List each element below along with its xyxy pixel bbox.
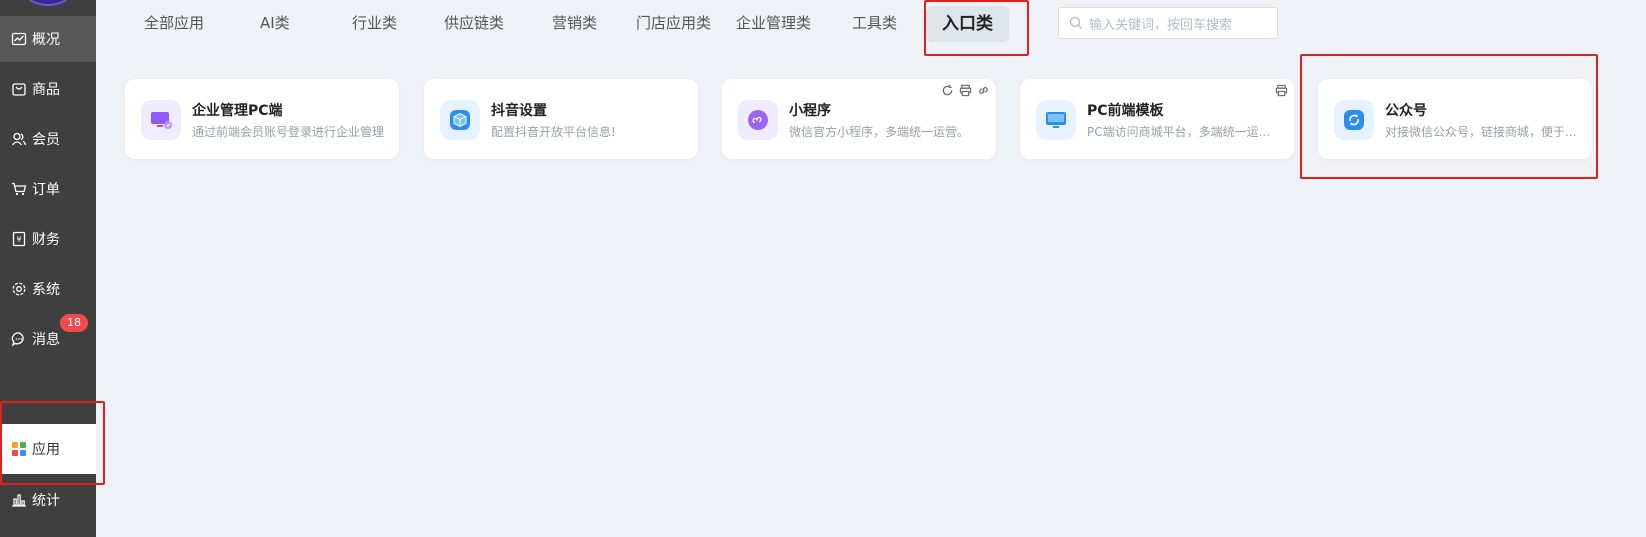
app-card-mini-program[interactable]: 小程序 微信官方小程序，多端统一运营。 [722,79,996,159]
sidebar-item-label: 商品 [32,82,60,98]
app-card-douyin-settings[interactable]: 抖音设置 配置抖音开放平台信息! [424,79,698,159]
sidebar-item-finance[interactable]: ¥ 财务 [0,216,96,262]
apps-grid-icon [11,441,27,457]
cart-icon [11,181,27,197]
wechat-official-icon [1334,100,1374,140]
card-desc: 通过前端会员账号登录进行企业管理 [192,125,385,139]
monitor-icon [141,100,181,140]
sidebar-item-label: 统计 [32,493,60,509]
bar-chart-icon [11,492,27,508]
tab-marketing[interactable]: 营销类 [552,12,597,33]
link-icon[interactable] [976,83,990,97]
shop-icon [11,81,27,97]
logo [22,0,74,6]
sidebar-item-label: 订单 [32,182,60,198]
app-card-enterprise-pc[interactable]: 企业管理PC端 通过前端会员账号登录进行企业管理 [125,79,399,159]
users-icon [11,131,27,147]
card-title: 公众号 [1385,103,1427,119]
sidebar-item-apps[interactable]: 应用 [0,424,96,474]
sidebar-item-label: 会员 [32,132,60,148]
refresh-icon[interactable] [940,83,954,97]
card-action-icons [940,83,990,97]
search-placeholder: 输入关键词，按回车搜索 [1089,17,1233,33]
card-desc: 对接微信公众号，链接商城，便于... [1385,125,1577,139]
printer-icon[interactable] [1274,83,1288,97]
ledger-icon: ¥ [11,231,27,247]
sidebar-item-label: 应用 [32,442,60,458]
card-title: PC前端模板 [1087,103,1164,119]
mini-program-icon [738,100,778,140]
tab-ai[interactable]: AI类 [260,12,290,33]
svg-text:¥: ¥ [16,235,21,244]
card-desc: 配置抖音开放平台信息! [491,125,616,139]
chat-icon [11,331,27,347]
gear-icon [11,281,27,297]
app-card-pc-template[interactable]: PC前端模板 PC端访问商城平台，多端统一运... [1020,79,1294,159]
tab-entry[interactable]: 入口类 [926,6,1009,42]
sidebar-item-overview[interactable]: 概况 [0,16,96,62]
card-desc: PC端访问商城平台，多端统一运... [1087,125,1271,139]
tab-industry[interactable]: 行业类 [352,12,397,33]
message-count-badge: 18 [60,314,88,332]
tab-enterprise[interactable]: 企业管理类 [736,12,811,33]
category-tabs: 全部应用 AI类 行业类 供应链类 营销类 门店应用类 企业管理类 工具类 入口… [96,0,1056,48]
sidebar-item-label: 概况 [32,32,60,48]
sidebar-item-label: 消息 [32,332,60,348]
tab-all-apps[interactable]: 全部应用 [144,12,204,33]
sidebar-item-products[interactable]: 商品 [0,66,96,112]
sidebar-item-system[interactable]: 系统 [0,266,96,312]
sidebar-item-members[interactable]: 会员 [0,116,96,162]
card-title: 企业管理PC端 [192,103,283,119]
card-title: 小程序 [789,103,831,119]
sidebar-item-label: 财务 [32,232,60,248]
sidebar-item-stats[interactable]: 统计 [0,477,96,523]
tab-store-apps[interactable]: 门店应用类 [636,12,711,33]
search-icon [1069,16,1082,29]
card-title: 抖音设置 [491,103,547,119]
tab-tools[interactable]: 工具类 [852,12,897,33]
cube-icon [440,100,480,140]
card-desc: 微信官方小程序，多端统一运营。 [789,125,970,139]
sidebar-item-label: 系统 [32,282,60,298]
printer-icon[interactable] [958,83,972,97]
card-action-icons [1274,83,1288,97]
chart-line-icon [11,31,27,47]
sidebar: 概况 商品 会员 订单 ¥ 财务 系统 消息 18 应用 统计 [0,0,96,537]
search-input[interactable]: 输入关键词，按回车搜索 [1058,7,1278,39]
app-card-official-account[interactable]: 公众号 对接微信公众号，链接商城，便于... [1318,79,1592,159]
sidebar-item-orders[interactable]: 订单 [0,166,96,212]
desktop-icon [1036,100,1076,140]
tab-supply-chain[interactable]: 供应链类 [444,12,504,33]
